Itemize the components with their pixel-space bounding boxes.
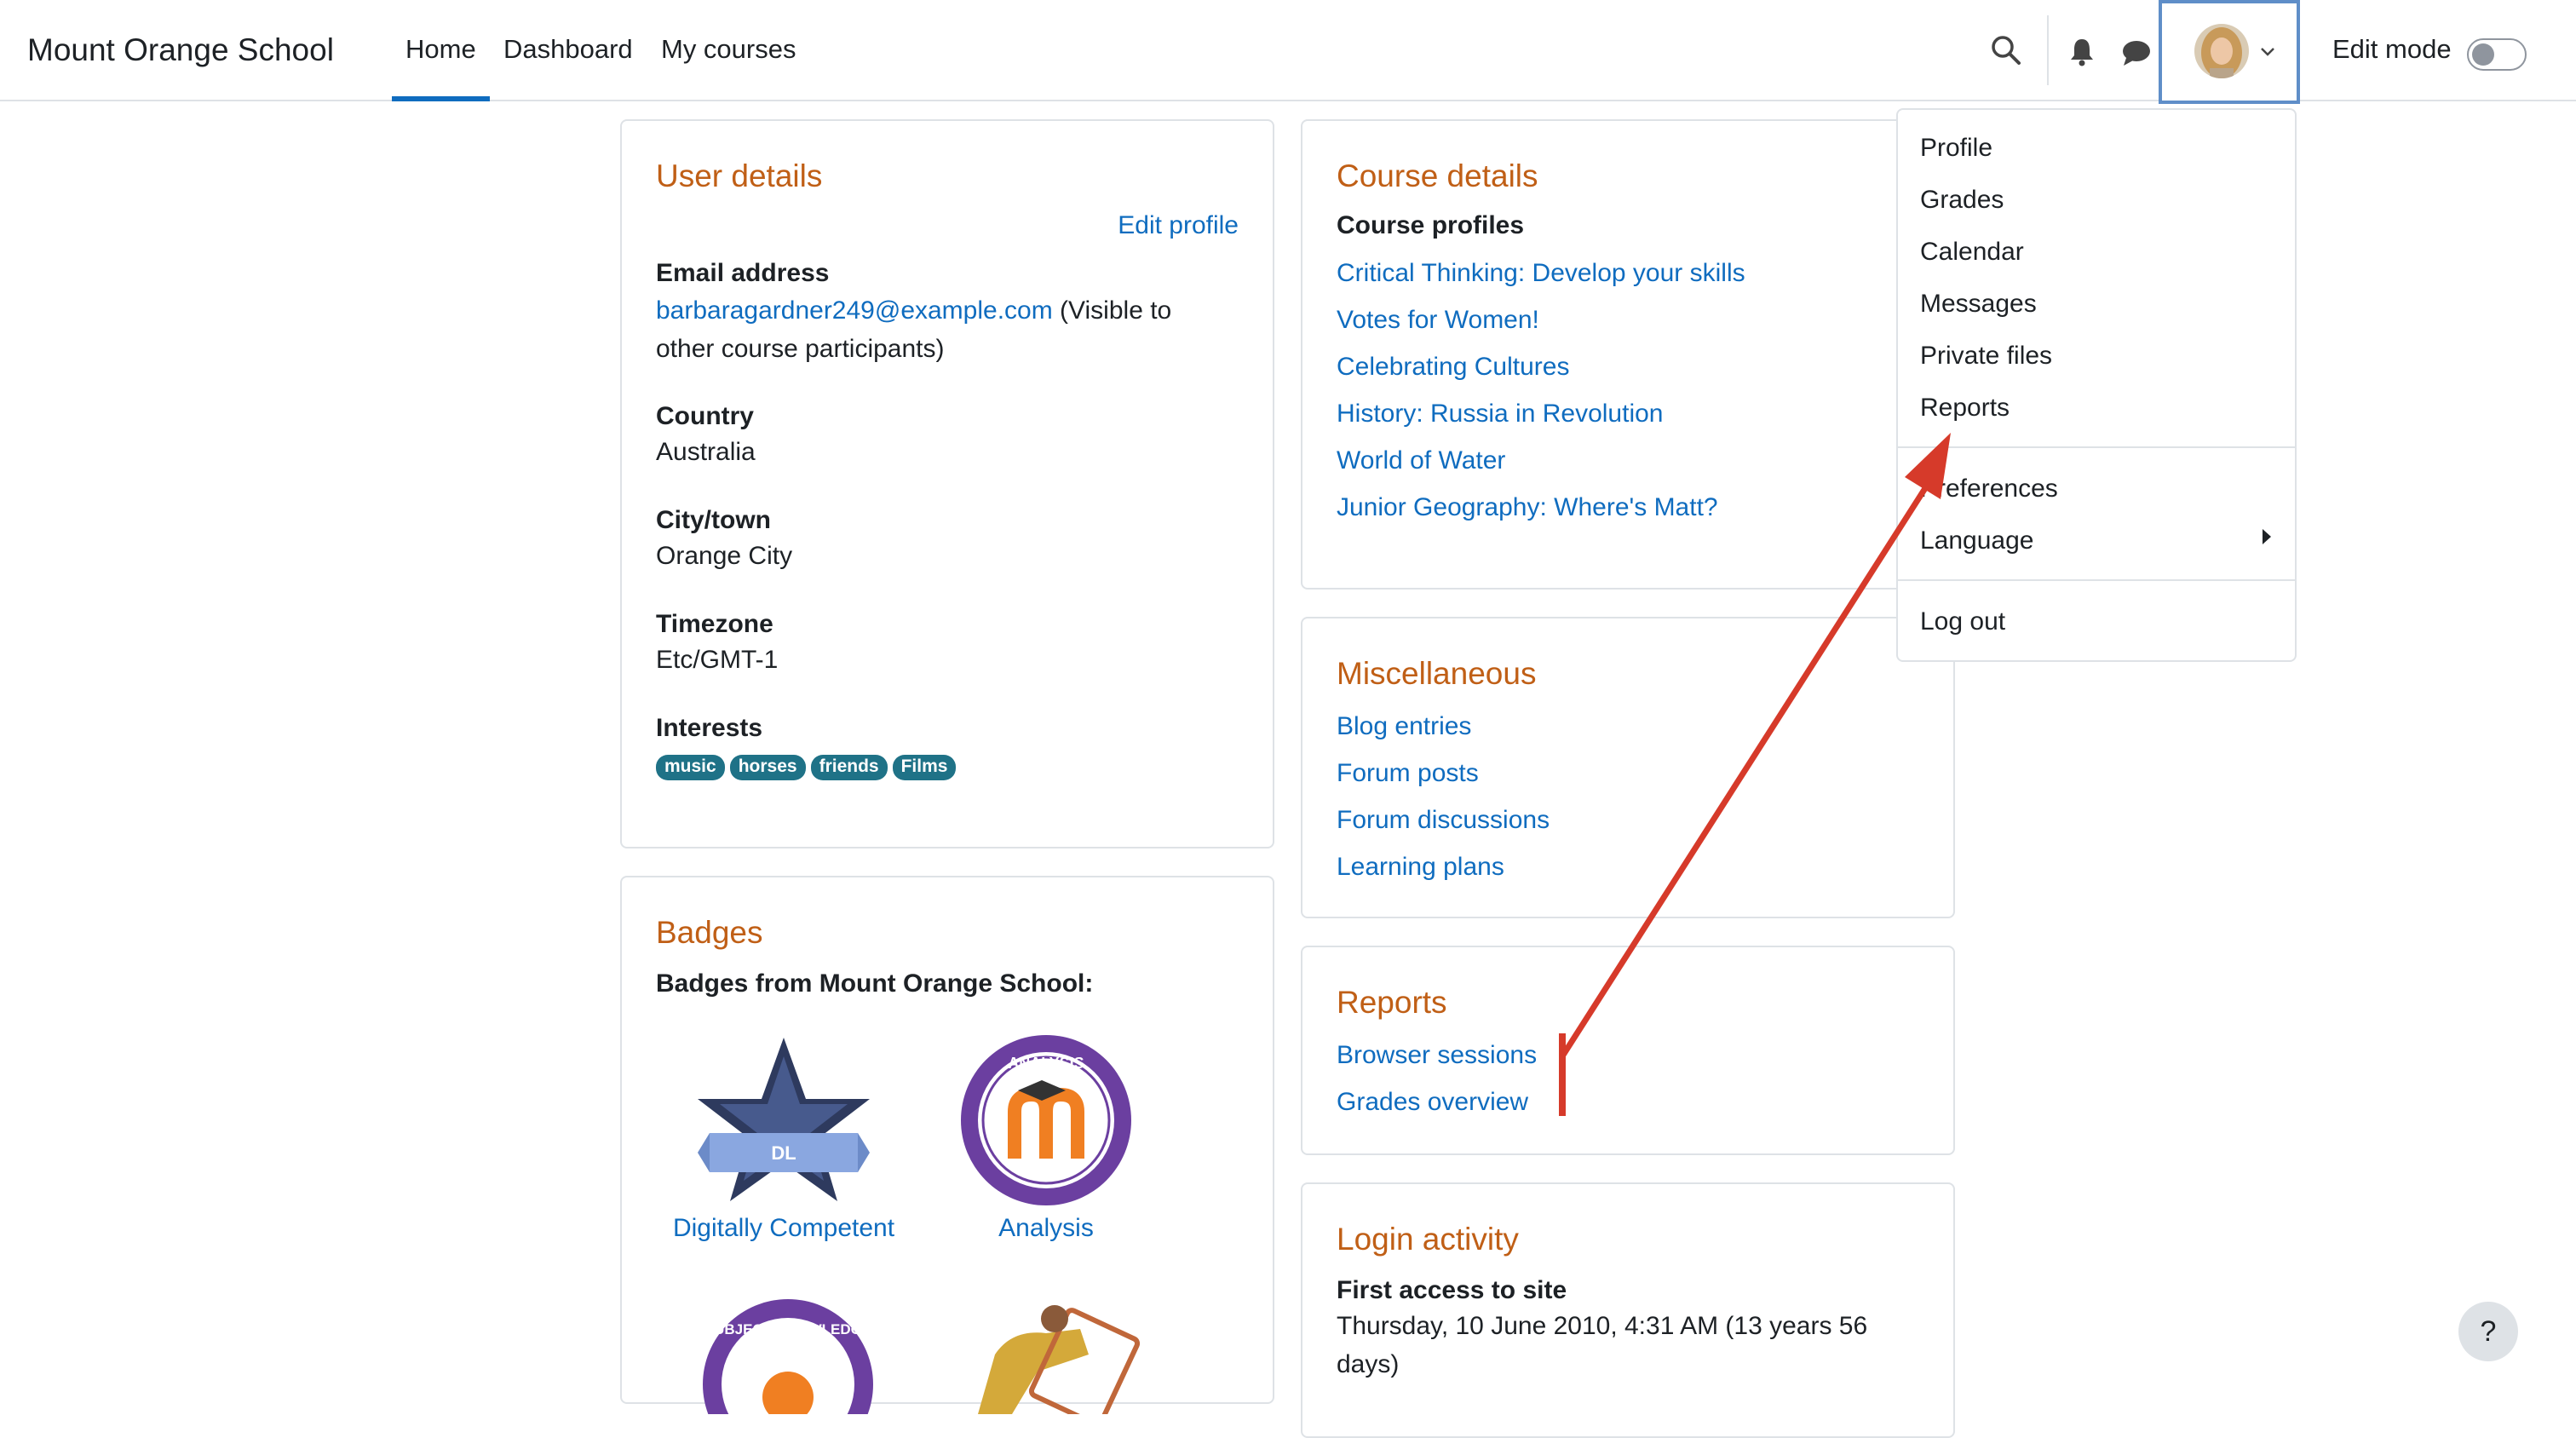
navbar-divider	[2047, 15, 2049, 85]
course-link[interactable]: History: Russia in Revolution	[1337, 400, 1663, 429]
first-access-text: Thursday, 10 June 2010, 4:31 AM (13 year…	[1337, 1312, 1868, 1340]
first-access-value: Thursday, 10 June 2010, 4:31 AM (13 year…	[1337, 1307, 1867, 1383]
browser-sessions-link[interactable]: Browser sessions	[1337, 1041, 1537, 1070]
subject-badge-text: SUBJECT KNOWLEDGE	[704, 1321, 871, 1337]
help-button[interactable]: ?	[2458, 1302, 2518, 1361]
course-details-card: Course details Course profiles Critical …	[1301, 119, 1955, 590]
menu-item-reports[interactable]: Reports	[1920, 394, 2010, 423]
forum-discussions-link[interactable]: Forum discussions	[1337, 806, 1550, 835]
city-value: Orange City	[656, 542, 793, 570]
badge-label-analysis[interactable]: Analysis	[918, 1214, 1174, 1243]
star-badge-text: DL	[771, 1142, 796, 1164]
nav-my-courses[interactable]: My courses	[661, 34, 796, 65]
interests-tags: music horses friends Films	[656, 755, 961, 780]
email-note-cont: other course participants)	[656, 335, 945, 363]
city-label: City/town	[656, 506, 771, 534]
country-label: Country	[656, 402, 754, 430]
menu-item-calendar[interactable]: Calendar	[1920, 238, 2024, 267]
email-value: barbaragardner249@example.com (Visible t…	[656, 291, 1171, 368]
interests-label: Interests	[656, 714, 763, 742]
top-navbar: Mount Orange School Home Dashboard My co…	[0, 0, 2576, 104]
misc-title: Miscellaneous	[1337, 656, 1537, 691]
bell-icon[interactable]	[2068, 37, 2096, 66]
country-value: Australia	[656, 438, 756, 466]
course-link[interactable]: Critical Thinking: Develop your skills	[1337, 259, 1745, 288]
login-activity-card: Login activity First access to site Thur…	[1301, 1182, 1955, 1438]
avatar	[2194, 24, 2249, 78]
timezone-label: Timezone	[656, 610, 773, 638]
menu-item-messages[interactable]: Messages	[1920, 290, 2037, 319]
hand-badge-icon[interactable]	[961, 1295, 1140, 1414]
menu-item-private-files[interactable]: Private files	[1920, 342, 2052, 371]
user-details-title: User details	[656, 158, 823, 193]
toggle-knob	[2472, 43, 2494, 66]
course-profiles-label: Course profiles	[1337, 211, 1525, 239]
nav-active-indicator	[392, 96, 490, 101]
nav-home[interactable]: Home	[405, 34, 476, 65]
course-details-title: Course details	[1337, 158, 1538, 193]
first-access-text-cont: days)	[1337, 1350, 1400, 1378]
blog-entries-link[interactable]: Blog entries	[1337, 712, 1471, 741]
user-details-card: User details Edit profile Email address …	[620, 119, 1274, 848]
chevron-down-icon	[2261, 48, 2274, 56]
site-name[interactable]: Mount Orange School	[27, 32, 334, 68]
course-link[interactable]: Junior Geography: Where's Matt?	[1337, 493, 1718, 522]
miscellaneous-card: Miscellaneous Blog entries Forum posts F…	[1301, 617, 1955, 918]
interest-tag-horses[interactable]: horses	[729, 755, 806, 780]
badges-subtitle: Badges from Mount Orange School:	[656, 969, 1094, 998]
edit-mode-label: Edit mode	[2332, 34, 2452, 64]
badges-title: Badges	[656, 915, 763, 950]
menu-divider	[1898, 446, 2295, 448]
edit-profile-link[interactable]: Edit profile	[1118, 211, 1239, 240]
menu-item-preferences[interactable]: Preferences	[1920, 475, 2058, 503]
edit-mode-toggle[interactable]	[2467, 38, 2527, 71]
timezone-value: Etc/GMT-1	[656, 646, 779, 674]
menu-item-log-out[interactable]: Log out	[1920, 607, 2005, 636]
user-menu-toggle[interactable]	[2159, 0, 2300, 104]
reports-card: Reports Browser sessions Grades overview	[1301, 946, 1955, 1155]
learning-plans-link[interactable]: Learning plans	[1337, 853, 1504, 882]
nav-dashboard[interactable]: Dashboard	[503, 34, 633, 65]
interest-tag-music[interactable]: music	[656, 755, 725, 780]
course-link[interactable]: Votes for Women!	[1337, 306, 1539, 335]
course-link[interactable]: World of Water	[1337, 446, 1505, 475]
grades-overview-link[interactable]: Grades overview	[1337, 1088, 1528, 1117]
interest-tag-films[interactable]: Films	[892, 755, 957, 780]
analysis-badge-text: ANALYSIS	[1008, 1055, 1084, 1072]
chat-icon[interactable]	[2121, 39, 2152, 66]
reports-title: Reports	[1337, 985, 1447, 1020]
menu-item-grades[interactable]: Grades	[1920, 186, 2004, 215]
forum-posts-link[interactable]: Forum posts	[1337, 759, 1479, 788]
user-dropdown-menu: Profile Grades Calendar Messages Private…	[1896, 108, 2297, 662]
badge-label-digitally-competent[interactable]: Digitally Competent	[656, 1214, 911, 1243]
email-label: Email address	[656, 259, 830, 287]
course-link[interactable]: Celebrating Cultures	[1337, 353, 1569, 382]
badge-digitally-competent[interactable]: DL Digitally Competent	[656, 1031, 911, 1243]
menu-divider	[1898, 579, 2295, 581]
first-access-label: First access to site	[1337, 1276, 1567, 1304]
menu-item-profile[interactable]: Profile	[1920, 134, 1992, 163]
search-icon[interactable]	[1990, 34, 2022, 66]
subject-knowledge-badge-icon[interactable]: SUBJECT KNOWLEDGE	[699, 1295, 877, 1414]
badge-analysis[interactable]: ANALYSIS Analysis	[918, 1031, 1174, 1243]
login-activity-title: Login activity	[1337, 1222, 1519, 1257]
star-badge-icon: DL	[698, 1038, 870, 1201]
badges-card: Badges Badges from Mount Orange School: …	[620, 876, 1274, 1414]
menu-item-language[interactable]: Language	[1920, 526, 2033, 555]
interest-tag-friends[interactable]: friends	[810, 755, 888, 780]
email-link[interactable]: barbaragardner249@example.com	[656, 296, 1053, 325]
analysis-badge-icon: ANALYSIS	[961, 1035, 1131, 1205]
email-note: (Visible to	[1052, 296, 1172, 325]
caret-right-icon	[2263, 529, 2271, 544]
